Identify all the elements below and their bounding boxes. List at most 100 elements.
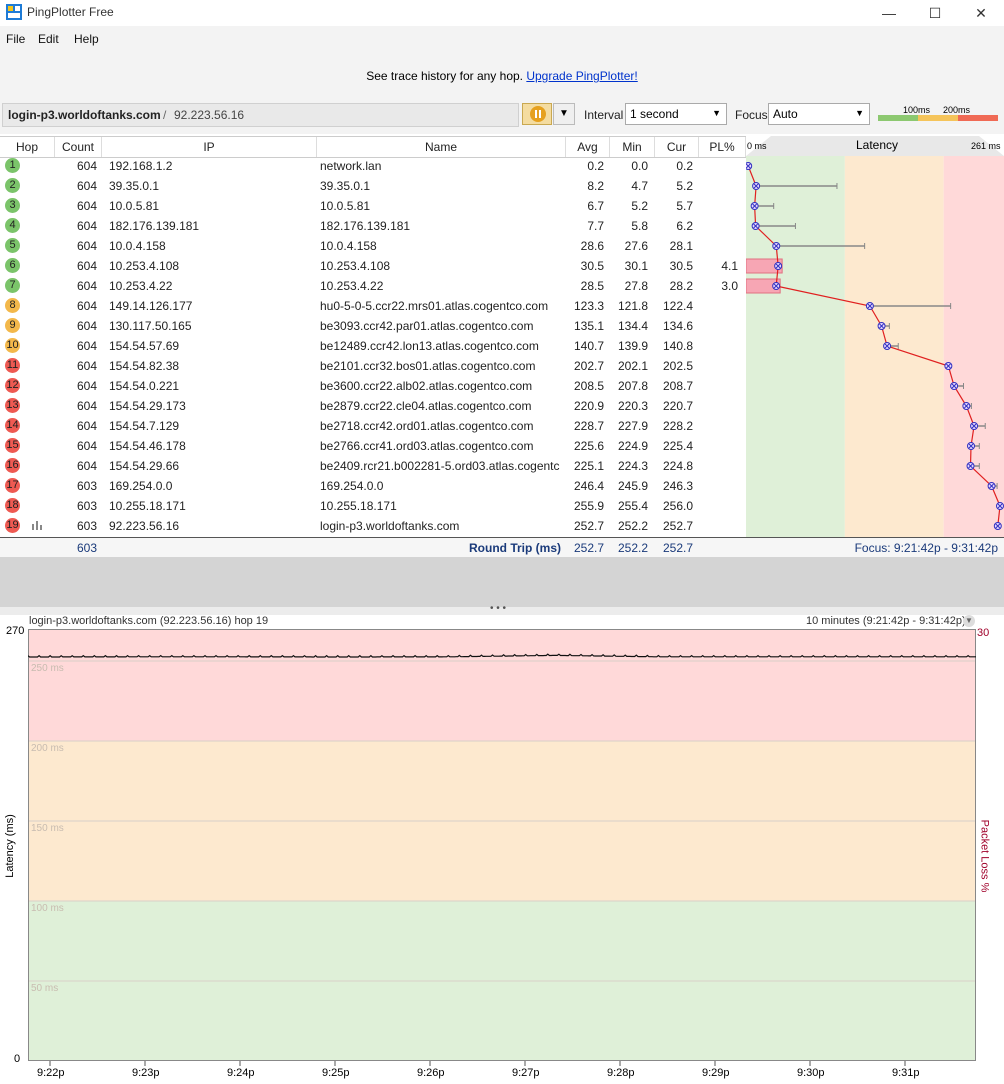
col-name[interactable]: Name <box>317 137 566 157</box>
cell-ip: 154.54.46.178 <box>109 439 186 453</box>
cell-min: 0.0 <box>631 159 648 173</box>
table-row[interactable]: 15 604 154.54.46.178 be2766.ccr41.ord03.atl… <box>0 436 746 456</box>
hop-badge: 13 <box>5 398 20 413</box>
trace-grid-header: Hop Count IP Name Avg Min Cur PL% <box>0 136 746 158</box>
table-row[interactable]: 6 604 10.253.4.108 10.253.4.108 30.5 30.1 30.5… <box>0 256 746 276</box>
banner-message: See trace history for any hop. <box>366 69 523 83</box>
col-avg[interactable]: Avg <box>566 137 610 157</box>
cell-name: 10.0.4.158 <box>320 239 377 253</box>
table-row[interactable]: 18 603 10.255.18.171 10.255.18.171 255.9 255.… <box>0 496 746 516</box>
cell-min: 27.6 <box>624 239 648 253</box>
cell-count: 604 <box>76 359 97 373</box>
chevron-down-icon[interactable]: ▼ <box>553 103 575 125</box>
splitter-handle[interactable]: • • • <box>490 603 506 614</box>
col-pl[interactable]: PL% <box>699 137 746 157</box>
cell-cur: 224.8 <box>662 459 693 473</box>
summary-avg: 252.7 <box>573 541 604 555</box>
table-row[interactable]: 2 604 39.35.0.1 39.35.0.1 8.2 4.7 5.2 <box>0 176 746 196</box>
pause-button[interactable] <box>522 103 552 125</box>
cell-name: 39.35.0.1 <box>320 179 371 193</box>
target-field[interactable]: login-p3.worldoftanks.com / 92.223.56.16 <box>2 103 519 127</box>
menu-help[interactable]: Help <box>74 32 99 46</box>
panel-splitter[interactable]: • • • <box>0 603 1004 615</box>
table-row[interactable]: 14 604 154.54.7.129 be2718.ccr42.ord01.atla… <box>0 416 746 436</box>
cell-avg: 220.9 <box>573 399 604 413</box>
cell-avg: 255.9 <box>573 499 604 513</box>
table-row[interactable]: 10 604 154.54.57.69 be12489.ccr42.lon13.atl… <box>0 336 746 356</box>
table-row[interactable]: 5 604 10.0.4.158 10.0.4.158 28.6 27.6 28.1 <box>0 236 746 256</box>
cell-min: 134.4 <box>617 319 648 333</box>
table-row[interactable]: 17 603 169.254.0.0 169.254.0.0 246.4 245.9 246… <box>0 476 746 496</box>
chevron-down-icon[interactable]: ▼ <box>963 615 975 627</box>
y-axis-label: Latency (ms) <box>3 814 16 878</box>
cell-ip: 192.168.1.2 <box>109 159 173 173</box>
cell-name: 10.253.4.22 <box>320 279 384 293</box>
cell-count: 604 <box>76 219 97 233</box>
y-axis-min: 0 <box>14 1053 21 1065</box>
cell-name: be3093.ccr42.par01.atlas.cogentco.com <box>320 319 534 333</box>
cell-name: be2101.ccr32.bos01.atlas.cogentco.com <box>320 359 536 373</box>
table-row[interactable]: 12 604 154.54.0.221 be3600.ccr22.alb02.atla… <box>0 376 746 396</box>
cell-cur: 252.7 <box>662 519 693 533</box>
table-row[interactable]: 1 604 192.168.1.2 network.lan 0.2 0.0 0.2 <box>0 156 746 176</box>
y-axis-max: 270 <box>6 625 25 637</box>
menu-edit[interactable]: Edit <box>38 32 59 46</box>
table-row[interactable]: 9 604 130.117.50.165 be3093.ccr42.par01.atl… <box>0 316 746 336</box>
cell-avg: 140.7 <box>573 339 604 353</box>
history-range[interactable]: 10 minutes (9:21:42p - 9:31:42p) <box>806 615 966 627</box>
cell-ip: 39.35.0.1 <box>109 179 160 193</box>
cell-min: 121.8 <box>617 299 648 313</box>
cell-min: 27.8 <box>624 279 648 293</box>
pause-icon <box>530 106 546 122</box>
menu-file[interactable]: File <box>6 32 25 46</box>
latency-zone-good <box>746 156 845 537</box>
hop-badge: 7 <box>5 278 20 293</box>
latency-zone-bad <box>943 156 1004 537</box>
table-row[interactable]: 3 604 10.0.5.81 10.0.5.81 6.7 5.2 5.7 <box>0 196 746 216</box>
bar-chart-icon[interactable] <box>32 519 44 533</box>
history-graph-panel: login-p3.worldoftanks.com (92.223.56.16)… <box>0 615 1004 1084</box>
cell-count: 604 <box>76 179 97 193</box>
title-bar: PingPlotter Free — ☐ ✕ <box>0 0 1004 26</box>
hop-badge: 12 <box>5 378 20 393</box>
cell-ip: 92.223.56.16 <box>109 519 180 533</box>
minimize-button[interactable]: — <box>866 0 912 26</box>
summary-count: 603 <box>76 541 97 555</box>
focus-select[interactable]: Auto ▼ <box>768 103 870 125</box>
col-hop[interactable]: Hop <box>0 137 55 157</box>
cell-avg: 7.7 <box>587 219 604 233</box>
cell-cur: 30.5 <box>669 259 693 273</box>
col-cur[interactable]: Cur <box>655 137 699 157</box>
history-title: login-p3.worldoftanks.com (92.223.56.16)… <box>29 615 269 627</box>
cell-min: 5.2 <box>631 199 648 213</box>
cell-cur: 256.0 <box>662 499 693 513</box>
col-min[interactable]: Min <box>610 137 655 157</box>
close-button[interactable]: ✕ <box>958 0 1004 26</box>
cell-avg: 123.3 <box>573 299 604 313</box>
table-row[interactable]: 8 604 149.14.126.177 hu0-5-0-5.ccr22.mrs01.… <box>0 296 746 316</box>
cell-avg: 225.6 <box>573 439 604 453</box>
interval-select[interactable]: 1 second ▼ <box>625 103 727 125</box>
maximize-button[interactable]: ☐ <box>912 0 958 26</box>
table-row[interactable]: 4 604 182.176.139.181 182.176.139.181 7.7 5.8… <box>0 216 746 236</box>
y-tick-label: 50 ms <box>31 983 59 994</box>
upgrade-link[interactable]: Upgrade PingPlotter! <box>526 69 637 83</box>
cell-ip: 149.14.126.177 <box>109 299 193 313</box>
table-row[interactable]: 11 604 154.54.82.38 be2101.ccr32.bos01.atla… <box>0 356 746 376</box>
pl-axis-max: 30 <box>977 627 990 639</box>
table-row[interactable]: 19 603 92.223.56.16 login-p3.worldoftanks.c… <box>0 516 746 536</box>
cell-cur: 246.3 <box>662 479 693 493</box>
cell-cur: 28.2 <box>669 279 693 293</box>
menu-bar: File Edit Help <box>0 26 1004 52</box>
table-row[interactable]: 16 604 154.54.29.66 be2409.rcr21.b002281-5.… <box>0 456 746 476</box>
table-row[interactable]: 13 604 154.54.29.173 be2879.ccr22.cle04.atl… <box>0 396 746 416</box>
y-tick-label: 200 ms <box>31 743 64 754</box>
col-count[interactable]: Count <box>55 137 102 157</box>
cell-count: 604 <box>76 459 97 473</box>
cell-ip: 130.117.50.165 <box>109 319 192 333</box>
hop-badge: 14 <box>5 418 20 433</box>
cell-min: 255.4 <box>617 499 648 513</box>
cell-avg: 246.4 <box>573 479 604 493</box>
col-ip[interactable]: IP <box>102 137 317 157</box>
table-row[interactable]: 7 604 10.253.4.22 10.253.4.22 28.5 27.8 28.2 3.… <box>0 276 746 296</box>
